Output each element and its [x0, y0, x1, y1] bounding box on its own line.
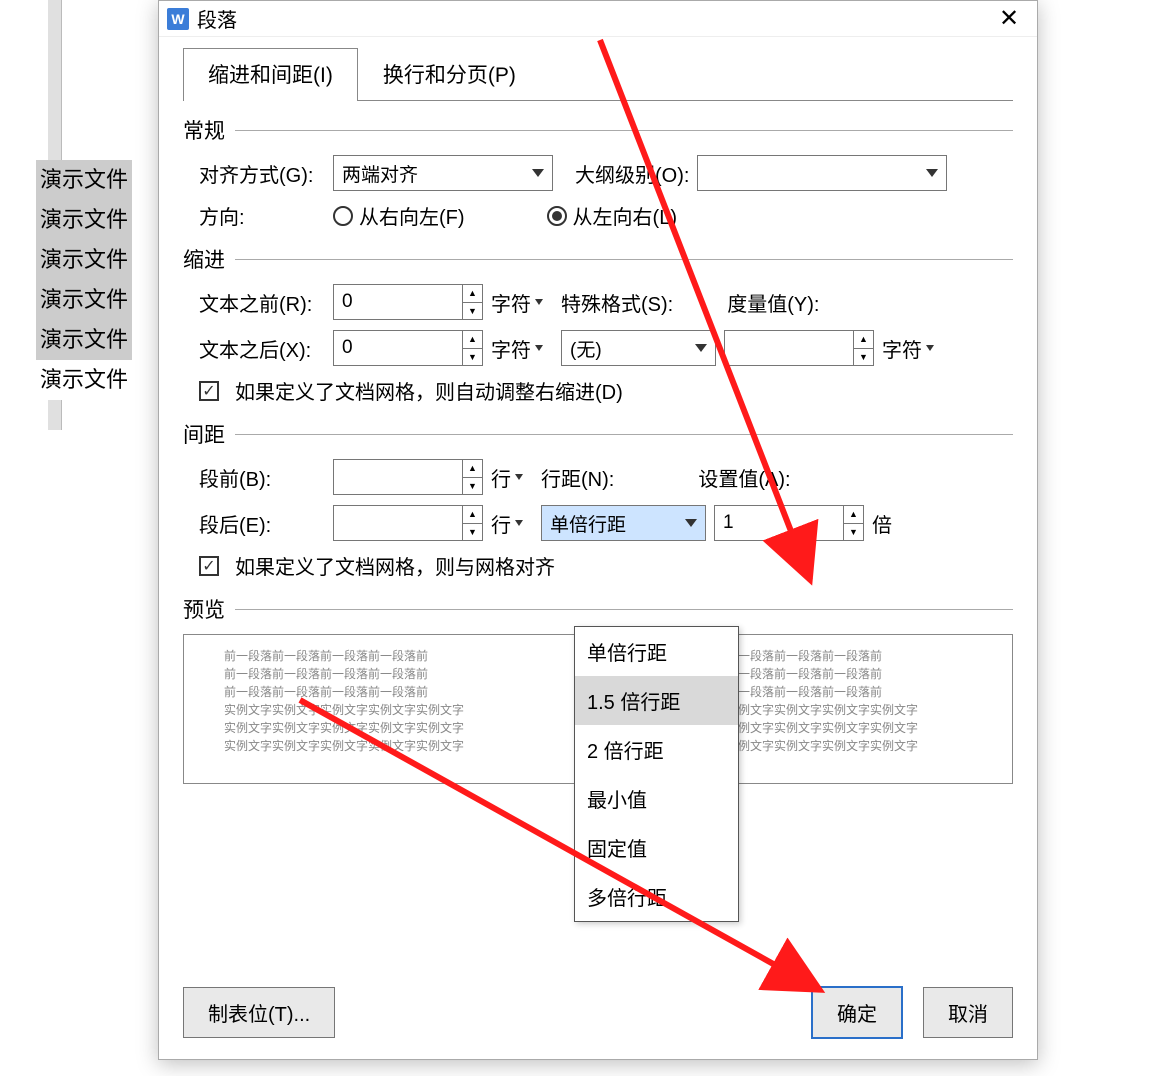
alignment-select[interactable]: 两端对齐 — [333, 155, 553, 191]
outline-label: 大纲级别(O): — [575, 159, 689, 188]
titlebar: W 段落 ✕ — [159, 1, 1037, 37]
measure-label: 度量值(Y): — [727, 288, 819, 317]
bg-line: 演示文件 — [36, 200, 132, 240]
spin-up-icon[interactable]: ▲ — [463, 331, 482, 349]
space-after-label: 段后(E): — [199, 509, 325, 538]
group-label: 缩进 — [183, 244, 225, 274]
indent-after-input[interactable]: 0 ▲▼ — [333, 330, 483, 366]
spin-up-icon[interactable]: ▲ — [844, 506, 863, 524]
set-value-label: 设置值(A): — [698, 463, 790, 492]
dialog-title: 段落 — [197, 4, 989, 33]
spin-down-icon[interactable]: ▼ — [844, 524, 863, 541]
special-format-label: 特殊格式(S): — [561, 288, 673, 317]
line-spacing-label: 行距(N): — [541, 463, 614, 492]
space-before-label: 段前(B): — [199, 463, 325, 492]
line-spacing-option[interactable]: 多倍行距 — [575, 872, 738, 921]
space-after-input[interactable]: ▲▼ — [333, 505, 483, 541]
bg-line: 演示文件 — [36, 240, 132, 280]
direction-ltr-radio[interactable]: 从左向右(L) — [547, 201, 677, 230]
group-preview: 预览 — [183, 594, 1013, 624]
group-general: 常规 — [183, 115, 1013, 145]
button-bar: 制表位(T)... 确定 取消 — [183, 986, 1013, 1039]
measure-unit[interactable]: 字符 — [882, 334, 934, 363]
special-format-select[interactable]: (无) — [561, 330, 716, 366]
cancel-button[interactable]: 取消 — [923, 987, 1013, 1038]
ok-button[interactable]: 确定 — [811, 986, 903, 1039]
spin-down-icon[interactable]: ▼ — [463, 524, 482, 541]
group-label: 间距 — [183, 419, 225, 449]
chevron-down-icon — [532, 169, 544, 177]
bg-line: 演示文件 — [36, 280, 132, 320]
close-button[interactable]: ✕ — [989, 4, 1029, 33]
chevron-down-icon — [685, 519, 697, 527]
direction-label: 方向: — [199, 201, 325, 230]
line-spacing-option[interactable]: 单倍行距 — [575, 627, 738, 676]
indent-before-input[interactable]: 0 ▲▼ — [333, 284, 483, 320]
group-spacing: 间距 — [183, 419, 1013, 449]
indent-before-unit[interactable]: 字符 — [491, 288, 543, 317]
line-spacing-select[interactable]: 单倍行距 — [541, 505, 706, 541]
line-spacing-option[interactable]: 固定值 — [575, 823, 738, 872]
paragraph-dialog: W 段落 ✕ 缩进和间距(I) 换行和分页(P) 常规 对齐方式(G): 两端对… — [158, 0, 1038, 1060]
indent-after-label: 文本之后(X): — [199, 334, 325, 363]
checkbox-icon[interactable]: ✓ — [199, 381, 219, 401]
radio-icon — [547, 206, 567, 226]
spin-down-icon[interactable]: ▼ — [463, 349, 482, 366]
group-label: 预览 — [183, 594, 225, 624]
line-spacing-option[interactable]: 2 倍行距 — [575, 725, 738, 774]
spin-up-icon[interactable]: ▲ — [463, 506, 482, 524]
spin-down-icon[interactable]: ▼ — [463, 478, 482, 495]
tab-indent-spacing[interactable]: 缩进和间距(I) — [183, 48, 358, 101]
tabs: 缩进和间距(I) 换行和分页(P) — [183, 47, 1013, 101]
spin-down-icon[interactable]: ▼ — [854, 349, 873, 366]
space-before-unit[interactable]: 行 — [491, 463, 523, 492]
snap-to-grid-label: 如果定义了文档网格，则与网格对齐 — [235, 551, 555, 580]
auto-adjust-indent-label: 如果定义了文档网格，则自动调整右缩进(D) — [235, 376, 623, 405]
indent-before-label: 文本之前(R): — [199, 288, 325, 317]
set-value-unit: 倍 — [872, 509, 892, 538]
indent-after-unit[interactable]: 字符 — [491, 334, 543, 363]
bg-line: 演示文件 — [36, 160, 132, 200]
tab-stops-button[interactable]: 制表位(T)... — [183, 987, 335, 1038]
line-spacing-option[interactable]: 1.5 倍行距 — [575, 676, 738, 725]
space-before-input[interactable]: ▲▼ — [333, 459, 483, 495]
line-spacing-option[interactable]: 最小值 — [575, 774, 738, 823]
line-spacing-dropdown: 单倍行距1.5 倍行距2 倍行距最小值固定值多倍行距 — [574, 626, 739, 922]
radio-icon — [333, 206, 353, 226]
alignment-label: 对齐方式(G): — [199, 159, 325, 188]
spin-down-icon[interactable]: ▼ — [463, 303, 482, 320]
measure-input[interactable]: ▲▼ — [724, 330, 874, 366]
spin-up-icon[interactable]: ▲ — [463, 460, 482, 478]
bg-line: 演示文件 — [36, 320, 132, 360]
bg-line: 演示文件 — [36, 360, 132, 400]
outline-level-select[interactable] — [697, 155, 947, 191]
space-after-unit[interactable]: 行 — [491, 509, 523, 538]
direction-rtl-radio[interactable]: 从右向左(F) — [333, 201, 465, 230]
chevron-down-icon — [926, 169, 938, 177]
spin-up-icon[interactable]: ▲ — [463, 285, 482, 303]
checkbox-icon[interactable]: ✓ — [199, 556, 219, 576]
set-value-input[interactable]: 1 ▲▼ — [714, 505, 864, 541]
document-selection: 演示文件 演示文件 演示文件 演示文件 演示文件 演示文件 — [36, 160, 132, 400]
spin-up-icon[interactable]: ▲ — [854, 331, 873, 349]
app-icon: W — [167, 8, 189, 30]
group-indent: 缩进 — [183, 244, 1013, 274]
group-label: 常规 — [183, 115, 225, 145]
tab-line-page-break[interactable]: 换行和分页(P) — [358, 48, 541, 101]
chevron-down-icon — [695, 344, 707, 352]
